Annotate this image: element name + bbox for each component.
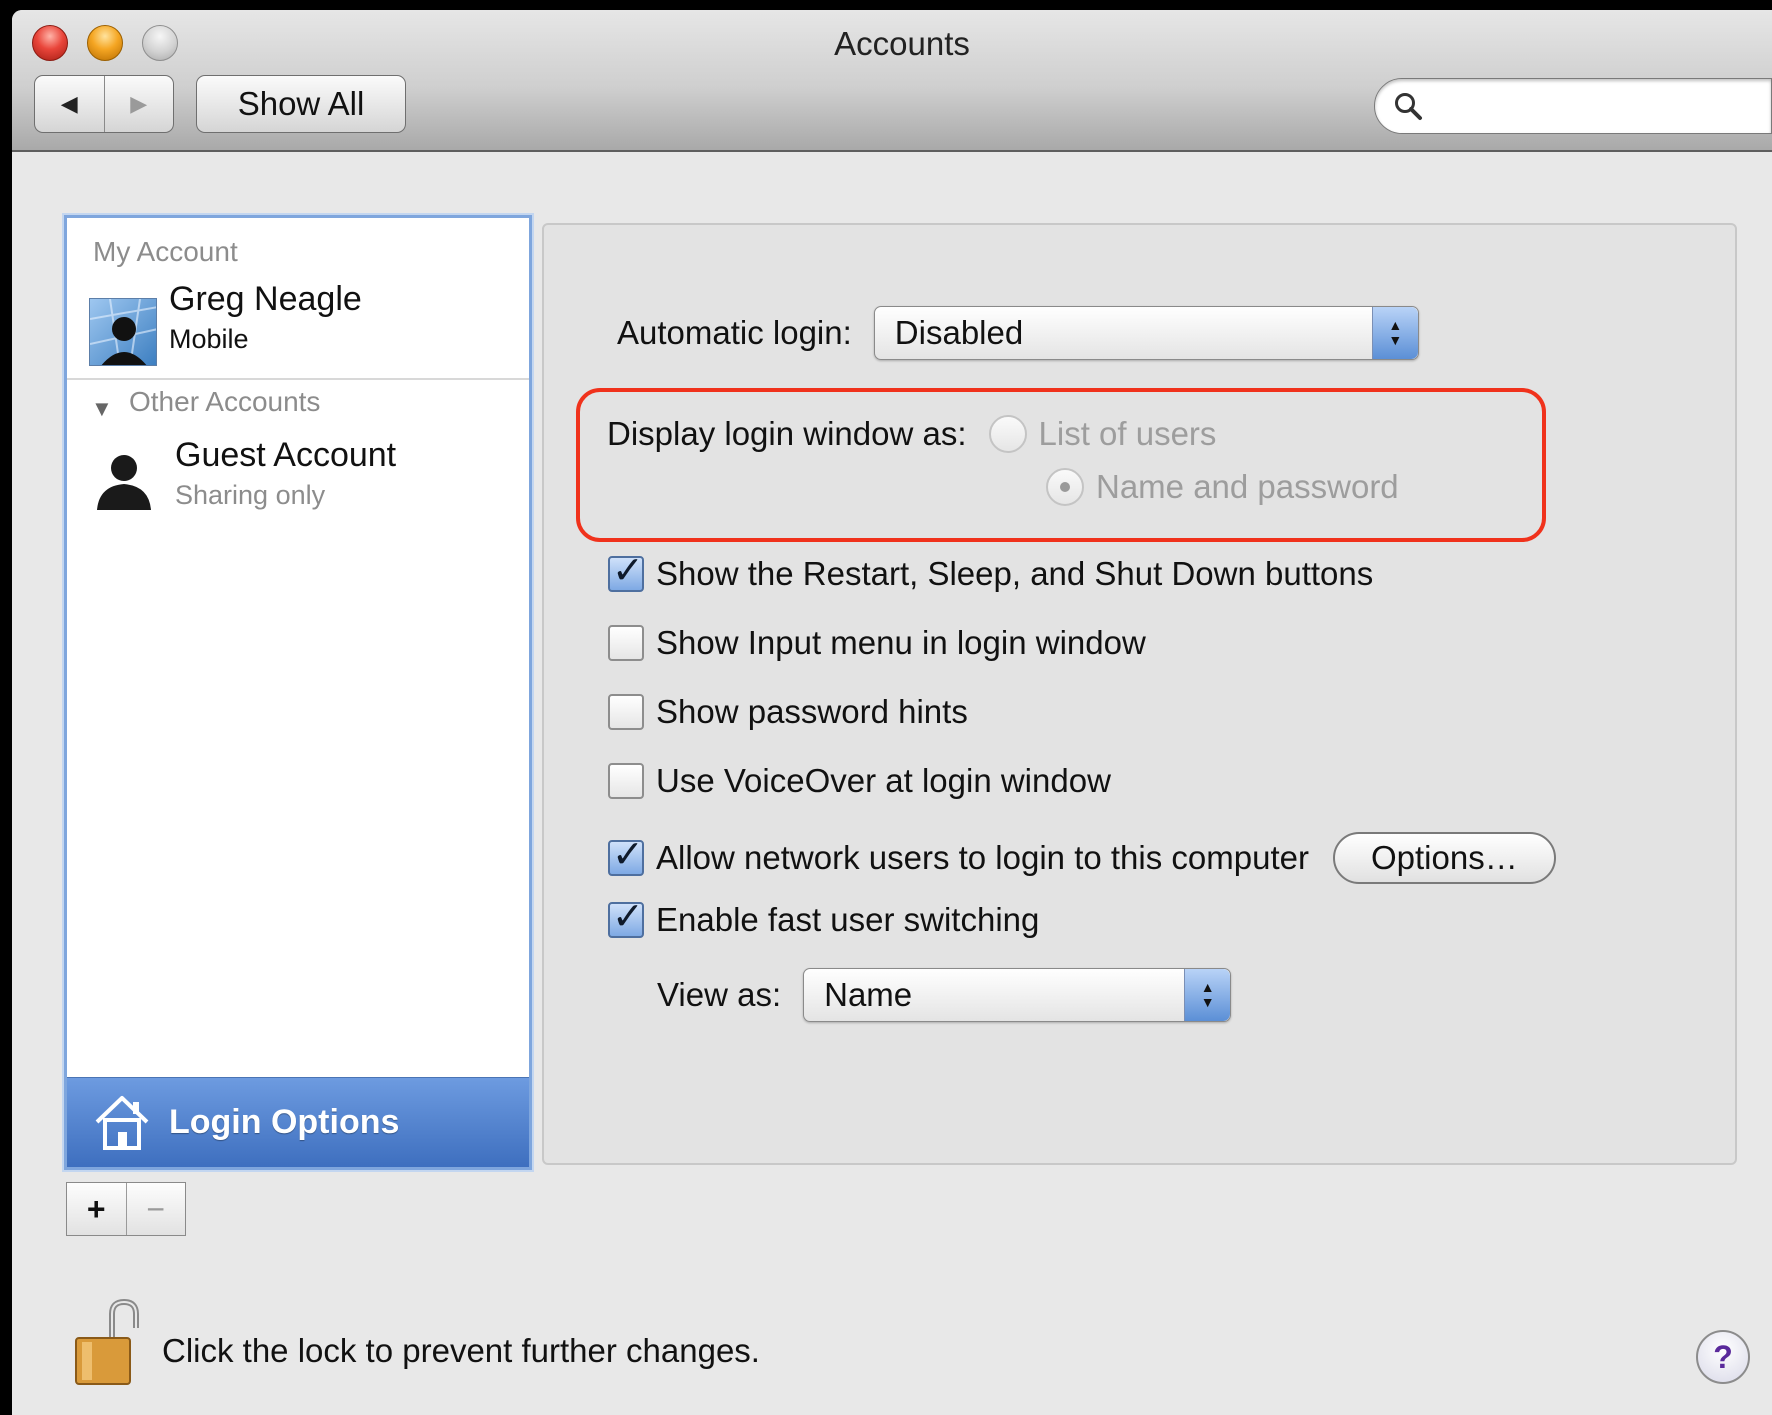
login-options-item[interactable]: Login Options (67, 1077, 529, 1167)
checkbox-unchecked[interactable] (608, 694, 644, 730)
checkmark-icon: ✓ (612, 550, 644, 592)
checkbox-label: Show the Restart, Sleep, and Shut Down b… (656, 555, 1374, 592)
house-icon (95, 1095, 149, 1150)
accounts-list: My Account Greg Neagle Mobile ▼ Other Ac… (64, 215, 532, 1170)
back-forward-control: ◀ ▶ (34, 75, 174, 133)
automatic-login-label: Automatic login: (617, 314, 852, 351)
checkbox-row[interactable]: ✓ Show the Restart, Sleep, and Shut Down… (608, 550, 1374, 593)
back-button[interactable]: ◀ (35, 76, 104, 132)
accounts-window: Accounts ◀ ▶ Show All My Account Greg Ne… (12, 10, 1772, 1415)
checkbox-label: Use VoiceOver at login window (656, 762, 1111, 799)
add-remove-control: + − (66, 1182, 186, 1236)
other-accounts-header: Other Accounts (129, 386, 321, 417)
search-field[interactable] (1374, 78, 1772, 134)
checkbox-unchecked[interactable] (608, 763, 644, 799)
checkbox-checked[interactable]: ✓ (608, 834, 644, 876)
automatic-login-value: Disabled (894, 314, 1024, 351)
lock-status-text: Click the lock to prevent further change… (162, 1332, 760, 1369)
checkbox-label: Show password hints (656, 693, 968, 730)
radio-selected-dot (1060, 482, 1070, 492)
unlocked-padlock-icon[interactable] (74, 1298, 144, 1388)
checkbox-checked[interactable]: ✓ (608, 550, 644, 592)
popup-arrows-icon: ▲ ▼ (1371, 307, 1418, 359)
add-account-button[interactable]: + (67, 1183, 126, 1235)
checkbox-label: Enable fast user switching (656, 901, 1040, 938)
my-account-header: My Account (93, 236, 238, 267)
radio-list-of-users[interactable] (988, 415, 1027, 453)
checkmark-icon: ✓ (612, 834, 644, 876)
window-title: Accounts (834, 25, 970, 62)
user-avatar-icon (89, 298, 157, 366)
checkbox-row[interactable]: Use VoiceOver at login window (608, 762, 1111, 800)
display-login-label: Display login window as: (607, 415, 967, 452)
checkbox-row[interactable]: Show password hints (608, 693, 968, 731)
guest-silhouette-icon (97, 455, 151, 510)
checkmark-icon: ✓ (612, 896, 644, 938)
view-as-value: Name (824, 976, 913, 1013)
show-all-button[interactable]: Show All (196, 75, 406, 133)
divider (67, 378, 529, 380)
checkbox-label: Show Input menu in login window (656, 624, 1146, 661)
search-icon (1395, 93, 1422, 120)
help-button[interactable]: ? (1696, 1330, 1750, 1384)
checkbox-label: Allow network users to login to this com… (656, 839, 1309, 876)
automatic-login-popup[interactable]: Disabled ▲ ▼ (873, 306, 1419, 360)
login-options-label: Login Options (169, 1103, 400, 1141)
display-login-window-row: Display login window as: List of users (607, 415, 1216, 453)
back-arrow-icon: ◀ (60, 91, 78, 116)
account-name: Guest Account (175, 436, 397, 474)
checkbox-unchecked[interactable] (608, 625, 644, 661)
toolbar: Accounts ◀ ▶ Show All (12, 10, 1772, 152)
checkbox-row[interactable]: ✓ Enable fast user switching (608, 896, 1040, 939)
popup-arrows-icon: ▲ ▼ (1184, 969, 1231, 1021)
highlight-annotation (576, 388, 1546, 542)
options-button[interactable]: Options… (1332, 832, 1556, 884)
radio-label: List of users (1038, 415, 1217, 452)
checkbox-row[interactable]: Show Input menu in login window (608, 624, 1146, 662)
search-input[interactable] (1437, 87, 1757, 125)
account-name: Greg Neagle (169, 280, 362, 318)
forward-arrow-icon: ▶ (130, 91, 148, 116)
account-type: Mobile (169, 324, 249, 354)
automatic-login-row: Automatic login: Disabled ▲ ▼ (617, 306, 1419, 360)
view-as-popup[interactable]: Name ▲ ▼ (803, 968, 1232, 1022)
forward-button[interactable]: ▶ (103, 76, 174, 132)
checkbox-row[interactable]: ✓ Allow network users to login to this c… (608, 832, 1556, 884)
checkbox-checked[interactable]: ✓ (608, 896, 644, 938)
remove-account-button[interactable]: − (125, 1183, 186, 1235)
account-type: Sharing only (175, 480, 326, 510)
view-as-label: View as: (657, 976, 782, 1013)
display-login-option-row: Name and password (1046, 468, 1399, 506)
radio-label: Name and password (1096, 468, 1399, 505)
view-as-row: View as: Name ▲ ▼ (657, 968, 1232, 1022)
disclosure-triangle-icon[interactable]: ▼ (91, 396, 113, 422)
radio-name-and-password[interactable] (1046, 468, 1084, 506)
